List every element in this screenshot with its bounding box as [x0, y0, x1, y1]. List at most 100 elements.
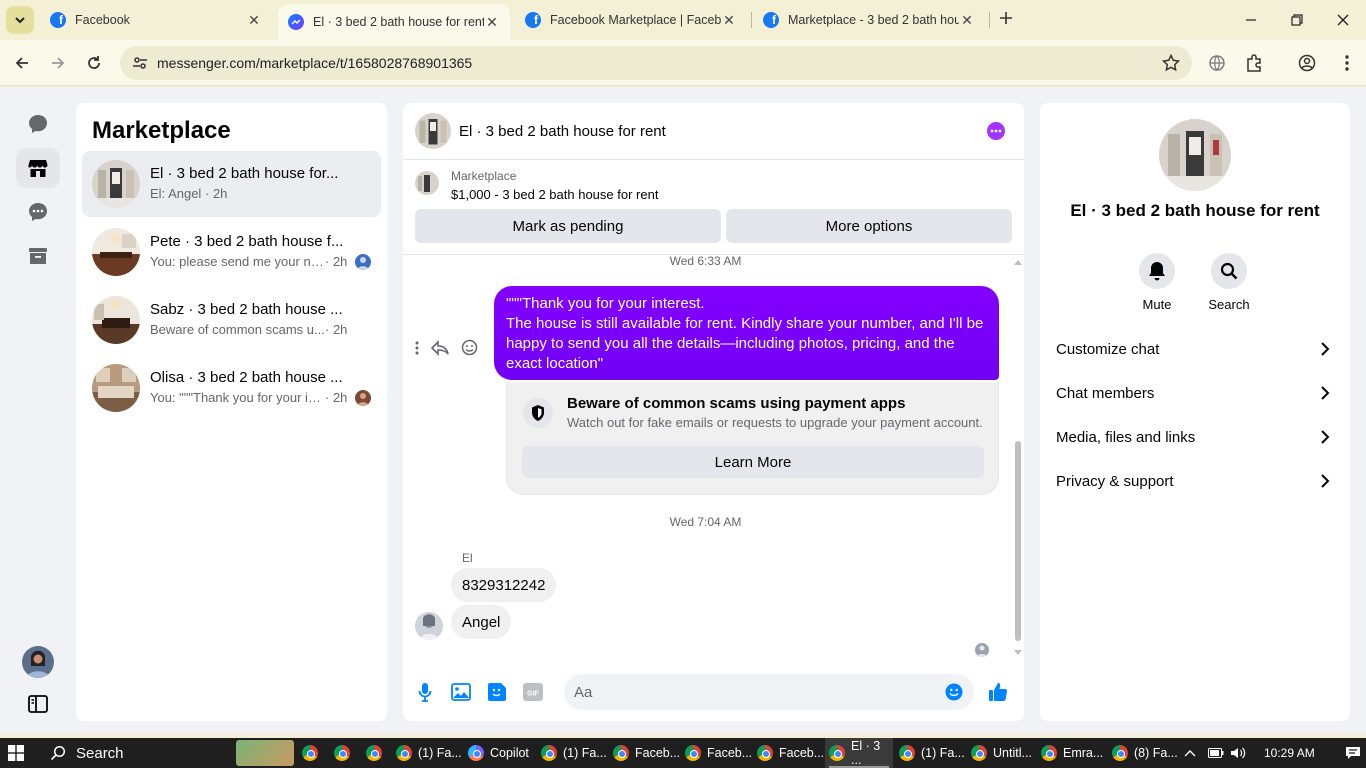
- browser-tab-messenger[interactable]: El · 3 bed 2 bath house for rent ✕: [278, 4, 510, 40]
- volume-icon[interactable]: [1230, 746, 1246, 760]
- notifications-icon[interactable]: [1345, 746, 1361, 760]
- clock[interactable]: 10:29 AM: [1264, 746, 1315, 760]
- conversation-item[interactable]: Pete · 3 bed 2 bath house f... You: plea…: [82, 219, 381, 285]
- close-icon[interactable]: ✕: [721, 12, 737, 29]
- taskbar-chrome[interactable]: [302, 738, 324, 768]
- taskbar-app[interactable]: Faceb...: [757, 738, 825, 768]
- search-conversation-button[interactable]: Search: [1199, 253, 1259, 312]
- taskbar-app[interactable]: (1) Fa...: [899, 738, 967, 768]
- marketplace-inbox: Marketplace El · 3 bed 2 bath house for.…: [76, 103, 387, 721]
- voice-clip-button[interactable]: [414, 681, 436, 703]
- conversation-title[interactable]: El · 3 bed 2 bath house for rent: [459, 123, 666, 140]
- chat-members-row[interactable]: Chat members: [1048, 373, 1342, 413]
- listing-photo[interactable]: [1159, 119, 1231, 191]
- row-label: Customize chat: [1056, 340, 1160, 358]
- more-vertical-icon[interactable]: [415, 341, 419, 355]
- archive-nav-button[interactable]: [16, 236, 60, 276]
- reload-button[interactable]: [80, 49, 108, 77]
- mute-button[interactable]: Mute: [1127, 253, 1187, 312]
- message-scrollbar[interactable]: [1012, 255, 1024, 667]
- start-button[interactable]: [8, 745, 24, 766]
- incoming-message[interactable]: Angel: [451, 605, 512, 639]
- chevron-down-icon: [15, 17, 25, 24]
- taskbar-search[interactable]: Search: [40, 740, 294, 766]
- close-icon[interactable]: ✕: [246, 12, 262, 29]
- customize-chat-row[interactable]: Customize chat: [1048, 329, 1342, 369]
- conversation-item[interactable]: Olisa · 3 bed 2 bath house ... You: """T…: [82, 355, 381, 421]
- taskbar-app[interactable]: (1) Fa...: [541, 738, 609, 768]
- scroll-down-icon[interactable]: [1014, 650, 1022, 656]
- browser-tab-strip: f Facebook ✕ El · 3 bed 2 bath house for…: [0, 0, 1366, 40]
- taskbar-copilot[interactable]: Copilot: [468, 738, 536, 768]
- translate-button[interactable]: [1203, 49, 1231, 77]
- details-title: El · 3 bed 2 bath house for rent: [1070, 201, 1320, 220]
- browser-tab-facebook[interactable]: f Facebook ✕: [40, 4, 272, 36]
- conversation-info-button[interactable]: [987, 122, 1005, 140]
- browser-tab-marketplace-listing[interactable]: f Marketplace - 3 bed 2 bath hou ✕: [753, 4, 985, 36]
- taskbar-chrome[interactable]: [334, 738, 356, 768]
- row-label: Media, files and links: [1056, 428, 1196, 446]
- close-icon[interactable]: ✕: [484, 14, 500, 31]
- restore-button[interactable]: [1274, 0, 1320, 40]
- listing-thumbnail[interactable]: [415, 171, 439, 195]
- attach-photo-button[interactable]: [450, 681, 472, 703]
- taskbar-app[interactable]: Untitl...: [971, 738, 1037, 768]
- close-icon[interactable]: ✕: [959, 12, 975, 29]
- chats-nav-button[interactable]: [16, 104, 60, 144]
- taskbar-app[interactable]: (8) Fa...: [1112, 738, 1178, 768]
- address-bar[interactable]: messenger.com/marketplace/t/165802876890…: [120, 46, 1192, 80]
- message-requests-nav-button[interactable]: [16, 192, 60, 232]
- emoji-picker-button[interactable]: [943, 681, 965, 703]
- close-window-button[interactable]: [1320, 0, 1366, 40]
- chrome-icon: [685, 745, 701, 761]
- conversation-item[interactable]: El · 3 bed 2 bath house for... El: Angel…: [82, 151, 381, 217]
- scroll-up-icon[interactable]: [1014, 259, 1022, 265]
- chevron-up-icon[interactable]: [1184, 749, 1196, 757]
- site-settings-icon[interactable]: [132, 55, 148, 76]
- conversation-title: Sabz · 3 bed 2 bath house ...: [150, 301, 343, 318]
- bookmark-star-icon[interactable]: [1161, 53, 1181, 77]
- media-files-links-row[interactable]: Media, files and links: [1048, 417, 1342, 457]
- gif-button[interactable]: GIF: [522, 681, 544, 703]
- learn-more-button[interactable]: Learn More: [522, 446, 984, 478]
- listing-thumbnail[interactable]: [415, 113, 451, 149]
- toggle-sidebar-button[interactable]: [16, 684, 60, 724]
- taskbar-app[interactable]: Faceb...: [613, 738, 681, 768]
- gif-icon: GIF: [523, 683, 543, 701]
- taskbar-chrome[interactable]: [366, 738, 388, 768]
- taskbar-app[interactable]: Faceb...: [685, 738, 753, 768]
- sticker-button[interactable]: [486, 681, 508, 703]
- listing-banner: Marketplace $1,000 - 3 bed 2 bath house …: [403, 161, 1024, 255]
- emoji-react-icon[interactable]: [461, 339, 478, 356]
- profile-avatar-button[interactable]: [16, 642, 60, 682]
- outgoing-message[interactable]: """Thank you for your interest. The hous…: [494, 286, 999, 380]
- browser-menu-button[interactable]: [1333, 49, 1361, 77]
- incoming-message[interactable]: 8329312242: [451, 568, 557, 602]
- marketplace-nav-button[interactable]: [16, 148, 60, 188]
- taskbar-app[interactable]: (1) Fa...: [396, 738, 464, 768]
- message-input[interactable]: Aa: [564, 674, 974, 710]
- forward-button[interactable]: [44, 49, 72, 77]
- taskbar-app-label: Emra...: [1063, 746, 1104, 760]
- extensions-button[interactable]: [1240, 49, 1268, 77]
- taskbar-app-active[interactable]: El · 3 ...: [825, 738, 893, 768]
- conversation-item[interactable]: Sabz · 3 bed 2 bath house ... Beware of …: [82, 287, 381, 353]
- reply-icon[interactable]: [431, 339, 449, 356]
- profile-button[interactable]: [1293, 49, 1321, 77]
- taskbar-app[interactable]: Emra...: [1041, 738, 1107, 768]
- scroll-thumb[interactable]: [1015, 441, 1021, 641]
- like-button[interactable]: [987, 681, 1009, 703]
- battery-icon[interactable]: [1208, 748, 1224, 758]
- sender-avatar[interactable]: [415, 612, 443, 640]
- tab-search-button[interactable]: [6, 6, 34, 34]
- back-button[interactable]: [8, 49, 36, 77]
- minimize-button[interactable]: [1228, 0, 1274, 40]
- url-text[interactable]: messenger.com/marketplace/t/165802876890…: [157, 55, 472, 71]
- row-label: Privacy & support: [1056, 472, 1174, 490]
- mark-as-pending-button[interactable]: Mark as pending: [415, 209, 721, 243]
- listing-name[interactable]: $1,000 - 3 bed 2 bath house for rent: [451, 187, 658, 202]
- privacy-support-row[interactable]: Privacy & support: [1048, 461, 1342, 501]
- new-tab-button[interactable]: [995, 8, 1017, 30]
- browser-tab-marketplace[interactable]: f Facebook Marketplace | Facebo ✕: [515, 4, 747, 36]
- more-options-button[interactable]: More options: [726, 209, 1012, 243]
